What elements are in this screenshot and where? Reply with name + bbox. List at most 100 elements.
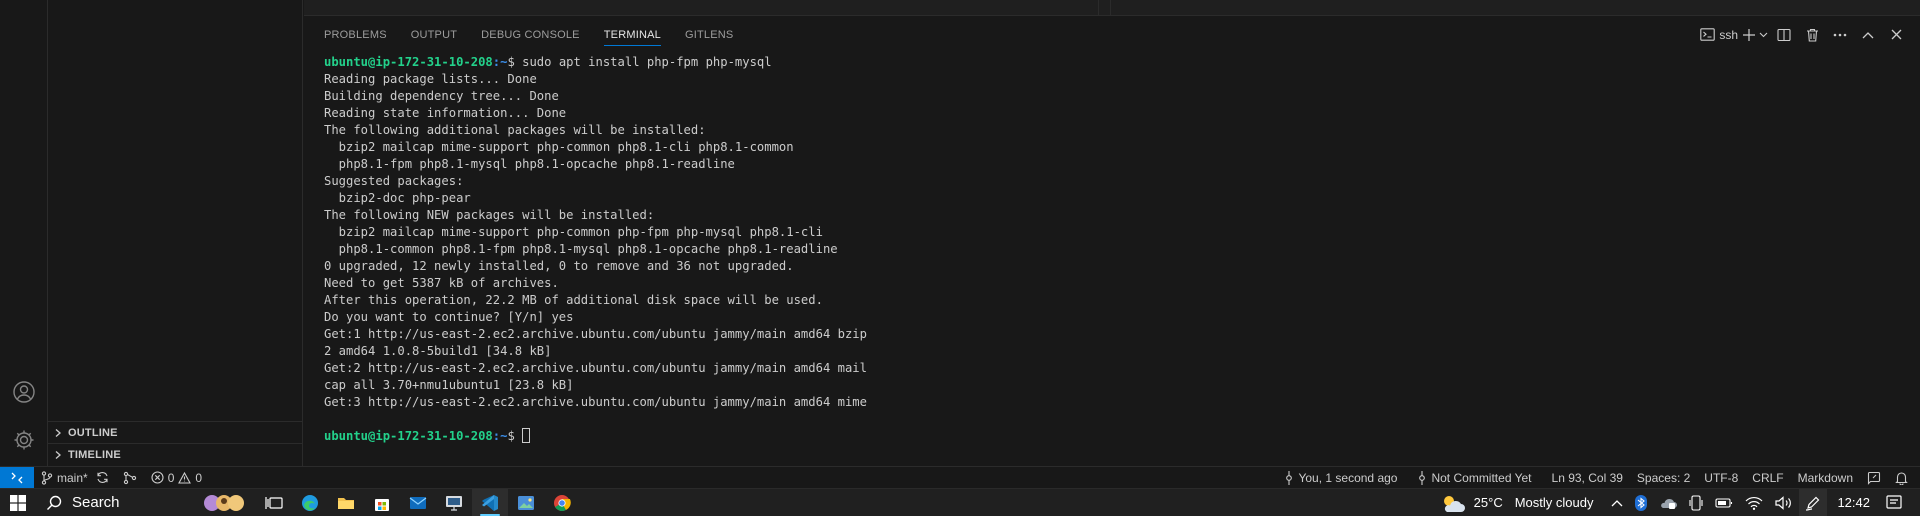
show-hidden-icons-button[interactable] [1605,489,1629,516]
indentation-status[interactable]: Spaces: 2 [1630,467,1697,489]
bluetooth-tray[interactable] [1629,489,1653,516]
activity-bar [0,0,48,466]
tab-terminal[interactable]: TERMINAL [603,17,662,52]
vscode-icon [481,494,499,512]
terminal-line: The following additional packages will b… [324,123,706,137]
status-bar-right: You, 1 second ago Not Committed Yet Ln 9… [1277,467,1920,489]
terminal-prompt-line: ubuntu@ip-172-31-10-208:~$ [324,428,1900,445]
language-mode[interactable]: Markdown [1791,467,1860,489]
terminal-line: bzip2-doc php-pear [324,191,471,205]
terminal-output[interactable]: ubuntu@ip-172-31-10-208:~$ sudo apt inst… [324,54,1900,466]
remote-indicator-button[interactable] [0,466,34,489]
tab-output[interactable]: OUTPUT [411,17,457,52]
mail-app[interactable] [400,489,436,516]
phone-link-tray[interactable] [1683,489,1709,516]
cursor-position[interactable]: Ln 93, Col 39 [1545,467,1630,489]
settings-gear-icon[interactable] [12,428,36,452]
terminal-profile-button[interactable]: ssh [1700,24,1738,46]
terminal-line: Need to get 5387 kB of archives. [324,276,559,290]
file-explorer-app[interactable] [328,489,364,516]
notification-center-button[interactable] [1880,489,1920,516]
prompt-symbol: $ [507,429,515,443]
close-icon [1891,29,1902,40]
blame-text: You, 1 second ago [1298,470,1398,485]
kill-terminal-button[interactable] [1800,24,1824,46]
vscode-app[interactable] [472,488,508,516]
git-blame-status[interactable]: You, 1 second ago [1277,467,1404,489]
task-view-button[interactable] [256,489,292,516]
terminal-line: Get:2 http://us-east-2.ec2.archive.ubunt… [324,361,867,375]
remote-desktop-app[interactable] [436,489,472,516]
source-control-graph[interactable] [116,467,144,489]
wifi-tray[interactable] [1739,489,1769,516]
prompt-path: :~ [492,55,508,69]
tab-problems[interactable]: PROBLEMS [324,17,387,52]
timeline-section-header[interactable]: TIMELINE [48,443,303,465]
split-terminal-button[interactable] [1772,24,1796,46]
outline-section-label: OUTLINE [68,426,118,439]
outline-section-header[interactable]: OUTLINE [48,421,303,443]
branch-name: main* [57,470,88,485]
bottom-panel: PROBLEMS OUTPUT DEBUG CONSOLE TERMINAL G… [304,17,1920,466]
error-icon [151,471,164,484]
speaker-icon [1775,495,1793,510]
temperature: 25°C [1473,495,1503,510]
terminal-line: After this operation, 22.2 MB of additio… [324,293,823,307]
photos-app[interactable] [508,489,544,516]
clock[interactable]: 12:42 [1827,489,1880,516]
weather-widget[interactable]: 25°C Mostly cloudy [1434,489,1606,516]
feedback-button[interactable] [1860,467,1888,489]
terminal-icon [1700,28,1716,41]
new-terminal-button[interactable] [1742,24,1768,46]
chevron-right-icon [48,428,68,438]
problems-status[interactable]: 0 0 [144,467,209,489]
taskbar-search[interactable]: Search [36,489,256,516]
battery-icon [1715,497,1733,509]
commit-state-status[interactable]: Not Committed Yet [1410,467,1538,489]
terminal-line: bzip2 mailcap mime-support php-common ph… [324,225,823,239]
prompt-path: :~ [492,429,508,443]
chrome-app[interactable] [544,489,580,516]
weather-condition: Mostly cloudy [1514,495,1594,510]
sync-icon[interactable] [96,471,109,484]
tab-debug-console[interactable]: DEBUG CONSOLE [481,17,580,52]
notification-icon [1886,494,1902,511]
edge-app[interactable] [292,489,328,516]
more-actions-button[interactable] [1828,24,1852,46]
notifications-button[interactable] [1888,467,1920,489]
store-app[interactable] [364,489,400,516]
store-icon [373,494,391,512]
panel-actions: ssh [1696,17,1908,52]
chrome-icon [553,494,571,512]
warning-count: 0 [195,470,203,485]
start-button[interactable] [0,489,36,516]
ellipsis-icon [1833,33,1847,37]
person-feedback-icon [1867,471,1881,485]
timeline-section-label: TIMELINE [68,448,121,461]
terminal-line: Reading state information... Done [324,106,567,120]
search-highlight-icon [202,493,250,513]
warning-icon [178,471,192,484]
accounts-icon[interactable] [12,380,36,404]
chevron-up-icon [1611,499,1623,507]
terminal-line: Do you want to continue? [Y/n] yes [324,310,574,324]
close-panel-button[interactable] [1884,24,1908,46]
terminal-cursor [522,428,531,443]
branch-status[interactable]: main* [34,467,116,489]
eol-status[interactable]: CRLF [1745,467,1790,489]
maximize-panel-button[interactable] [1856,24,1880,46]
editor-divider [1110,0,1111,16]
encoding-status[interactable]: UTF-8 [1697,467,1745,489]
battery-tray[interactable] [1709,489,1739,516]
windows-logo-icon [10,494,26,511]
mail-icon [409,496,427,510]
task-view-icon [265,495,283,511]
onedrive-tray[interactable] [1653,489,1683,516]
pen-menu-tray[interactable] [1799,488,1828,516]
photos-icon [517,495,535,511]
volume-tray[interactable] [1769,489,1799,516]
tab-gitlens[interactable]: GITLENS [685,17,733,52]
terminal-line: cap all 3.70+nmu1ubuntu1 [23.8 kB] [324,378,574,392]
editor-divider [1098,0,1099,16]
terminal-line: The following NEW packages will be insta… [324,208,655,222]
